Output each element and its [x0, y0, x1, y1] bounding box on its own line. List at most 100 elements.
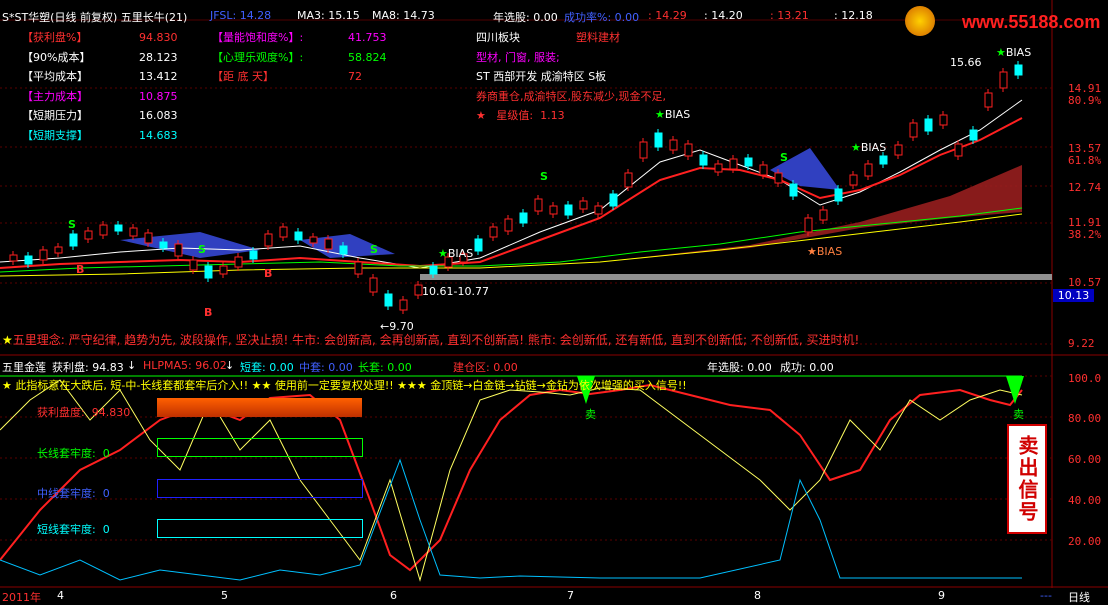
stat-label: 【短期压力】	[22, 109, 88, 122]
candle-body	[234, 256, 243, 268]
month-label: 9	[938, 589, 945, 602]
candle-body	[879, 155, 888, 165]
sub-line-cyan	[0, 458, 1022, 581]
header-v1: : 14.29	[648, 9, 687, 22]
star-value: 1.13	[540, 109, 565, 122]
scroll-dots[interactable]: ---	[1040, 589, 1052, 602]
stat-label: 【量能饱和度%】:	[212, 31, 304, 44]
jfsl-value: JFSL: 14.28	[210, 9, 272, 22]
mid-trap-bar	[157, 479, 363, 498]
sub-year-pick: 年选股: 0.00	[707, 361, 772, 374]
period-tab[interactable]: 日线	[1068, 589, 1090, 605]
candle-body	[159, 241, 168, 249]
ma8-value: MA8: 14.73	[372, 9, 435, 22]
candle-body	[324, 238, 333, 250]
candle-body	[414, 284, 423, 296]
candle-body	[834, 188, 843, 202]
profit-bar	[157, 398, 362, 417]
candle-body	[69, 233, 78, 247]
bar-label: 中线套牢度: 0	[37, 487, 110, 500]
stats-left-values: 94.830 28.123 13.412 10.875 16.083 14.68…	[139, 28, 178, 145]
star-icon: ★	[476, 109, 486, 122]
buy-mark-b: B	[264, 267, 273, 280]
candle-body	[84, 230, 93, 240]
month-label: 8	[754, 589, 761, 602]
candle-body	[894, 144, 903, 156]
candle-body	[924, 118, 933, 132]
candle-body	[939, 114, 948, 126]
candle-body	[609, 193, 618, 207]
sub-success: 成功: 0.00	[780, 361, 834, 374]
ma3-value: MA3: 15.15	[297, 9, 360, 22]
logo-icon	[905, 6, 935, 36]
candle-body	[774, 172, 783, 184]
candle-body	[384, 293, 393, 307]
bar-label: 长线套牢度: 0	[37, 447, 110, 460]
candle-body	[474, 238, 483, 252]
sub-build: 建仓区: 0.00	[453, 361, 518, 374]
star-icon: ★	[2, 333, 13, 347]
header-v3: : 13.21	[770, 9, 809, 22]
stat-value: 94.830	[139, 31, 178, 44]
sub-hlpma5: HLPMA5: 96.02	[143, 359, 227, 372]
candle-body	[729, 158, 738, 170]
stat-value: 13.412	[139, 70, 178, 83]
candle-body	[954, 143, 963, 157]
header-v4: : 12.18	[834, 9, 873, 22]
sub-long: 长套: 0.00	[358, 361, 412, 374]
candle-body	[174, 243, 183, 257]
bias-star-top: ★BIAS	[996, 46, 1032, 59]
candle-body	[204, 265, 213, 279]
stats-mid-values: 41.753 58.824 72	[348, 28, 387, 87]
candle-body	[639, 141, 648, 159]
candle-body	[1014, 64, 1023, 76]
candle-body	[189, 259, 198, 271]
header-v2: : 14.20	[704, 9, 743, 22]
sub-tick: 100.0	[1068, 372, 1102, 385]
stat-value: 14.683	[139, 128, 178, 142]
stat-label: 【90%成本】	[22, 50, 91, 64]
stat-value: 10.875	[139, 89, 178, 103]
stock-title: S*ST华塑(日线 前复权) 五里长牛(21)	[2, 11, 188, 24]
success-rate-value: 成功率%: 0.00	[564, 11, 640, 24]
bar-label: 短线套牢度: 0	[37, 523, 110, 536]
stat-label: 【距 底 天】	[212, 70, 274, 83]
stat-label: 【短期支撑】	[22, 128, 88, 142]
candle-body	[534, 198, 543, 212]
candle-body	[564, 204, 573, 216]
support-band	[420, 274, 1052, 280]
sell-mark-s: S	[780, 151, 788, 164]
philosophy-text: ★五里理念: 严守纪律, 趋势为先, 波段操作, 坚决止损! 牛市: 会创新高,…	[2, 333, 860, 347]
sell-mark-s: S	[540, 170, 548, 183]
price-tick: 80.9%	[1068, 94, 1102, 107]
down-arrow-icon: ↓	[127, 359, 137, 372]
candle-body	[369, 277, 378, 293]
buy-mark-b: B	[76, 263, 85, 276]
candle-body	[984, 92, 993, 108]
candle-body	[114, 224, 123, 232]
tags-label: 型材, 门窗, 服装;	[476, 50, 560, 64]
price-tick: 61.8%	[1068, 154, 1102, 167]
sub-profit: 获利盘: 94.83	[52, 361, 124, 374]
candle-body	[429, 265, 438, 275]
sector-label: 四川板块	[476, 31, 520, 44]
candle-body	[279, 226, 288, 238]
range-label: 10.61-10.77	[422, 285, 489, 298]
sub-tip: ★ 此指标意在大跌后, 短-中-长线套都套牢后介入!! ★★ 使用前一定要复权处…	[2, 379, 687, 392]
stats-left-panel: 【获利盘%】 【90%成本】 【平均成本】 【主力成本】 【短期压力】 【短期支…	[22, 28, 90, 145]
stat-value: 41.753	[348, 31, 387, 44]
sell-marker-text: 卖	[1013, 408, 1024, 421]
sub-short: 短套: 0.00	[240, 361, 294, 374]
year-pick-value: 年选股: 0.00	[493, 11, 558, 24]
candle-body	[654, 132, 663, 148]
info-panel: 四川板块 塑料建材 型材, 门窗, 服装; ST 西部开发 成渝特区 S板 券商重…	[476, 28, 666, 126]
candle-body	[519, 212, 528, 224]
stat-value: 16.083	[139, 109, 178, 122]
bias-star-2: ★BIAS	[851, 141, 887, 154]
candle-body	[594, 205, 603, 215]
candle-body	[744, 157, 753, 167]
sell-signal-box: 卖出信号	[1007, 424, 1047, 534]
stat-value: 72	[348, 70, 362, 83]
candle-body	[129, 227, 138, 237]
sub-title: 五里金莲	[2, 361, 46, 374]
